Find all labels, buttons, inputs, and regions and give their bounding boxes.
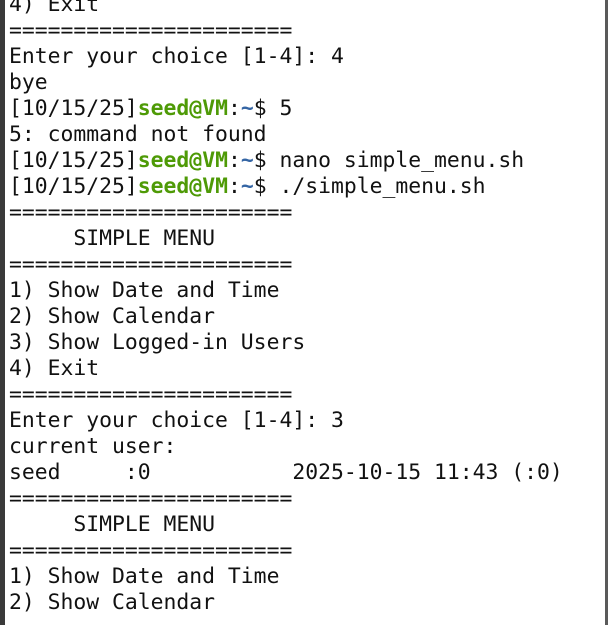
output-line: 3) Show Logged-in Users	[9, 330, 306, 355]
prompt-path: ~	[240, 96, 254, 121]
output-line: 2) Show Calendar	[9, 590, 216, 615]
prompt-user: seed@VM	[137, 174, 228, 199]
prompt-path: ~	[240, 148, 254, 173]
prompt-line: [10/15/25]seed@VM:~$ nano simple_menu.sh	[9, 148, 563, 174]
prompt-symbol: $	[253, 96, 280, 121]
output-line: current user:	[9, 434, 177, 459]
output-line: ======================	[9, 382, 293, 407]
command-text: ./simple_menu.sh	[279, 174, 486, 199]
prompt-symbol: $	[253, 148, 280, 173]
output-line: 4) Exit	[9, 356, 100, 381]
output-line: 5: command not found	[9, 122, 267, 147]
output-line: Enter your choice [1-4]: 3	[9, 408, 344, 433]
prompt-separator: :	[227, 148, 241, 173]
command-text: 5	[279, 96, 293, 121]
output-line: 1) Show Date and Time	[9, 564, 280, 589]
prompt-line: [10/15/25]seed@VM:~$ 5	[9, 96, 563, 122]
prompt-timestamp: [10/15/25]	[9, 96, 138, 121]
output-line: 1) Show Date and Time	[9, 278, 280, 303]
output-line: Enter your choice [1-4]: 4	[9, 44, 344, 69]
prompt-line: [10/15/25]seed@VM:~$ ./simple_menu.sh	[9, 174, 563, 200]
terminal-window[interactable]: 4) Exit ====================== Enter your …	[0, 0, 608, 625]
prompt-user: seed@VM	[137, 148, 228, 173]
prompt-user: seed@VM	[137, 96, 228, 121]
output-line: ======================	[9, 200, 293, 225]
output-line: ======================	[9, 252, 293, 277]
prompt-separator: :	[227, 96, 241, 121]
output-line: ======================	[9, 18, 293, 43]
command-text: nano simple_menu.sh	[279, 148, 525, 173]
prompt-path: ~	[240, 174, 254, 199]
prompt-timestamp: [10/15/25]	[9, 174, 138, 199]
prompt-separator: :	[227, 174, 241, 199]
prompt-timestamp: [10/15/25]	[9, 148, 138, 173]
prompt-symbol: $	[253, 174, 280, 199]
output-line: 2) Show Calendar	[9, 304, 216, 329]
output-line: ======================	[9, 486, 293, 511]
output-line: ======================	[9, 538, 293, 563]
output-line: seed :0 2025-10-15 11:43 (:0)	[9, 460, 563, 485]
output-line: bye	[9, 70, 48, 95]
output-line: SIMPLE MENU	[9, 226, 216, 251]
output-line: SIMPLE MENU	[9, 512, 216, 537]
output-line: 4) Exit	[9, 0, 100, 17]
terminal-output[interactable]: 4) Exit ====================== Enter your …	[9, 0, 563, 616]
